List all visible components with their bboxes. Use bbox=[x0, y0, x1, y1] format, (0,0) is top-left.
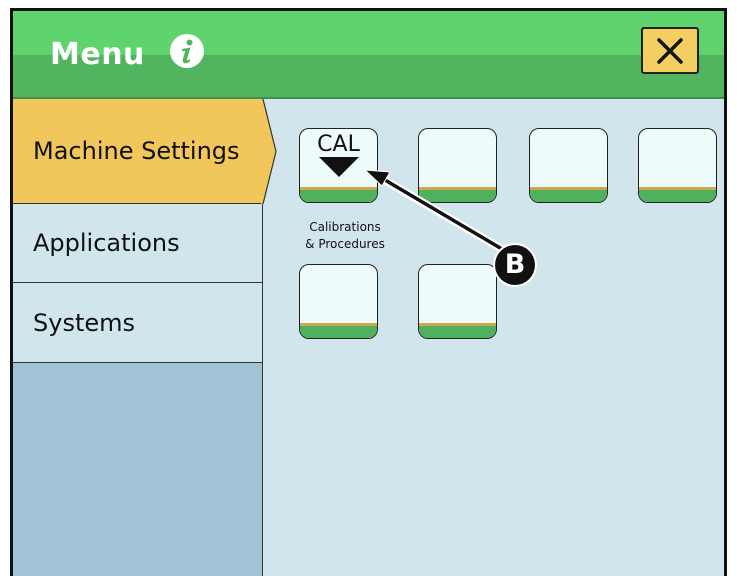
callout-badge: B bbox=[495, 245, 535, 285]
cal-label: CAL bbox=[317, 132, 360, 157]
chevron-down-icon bbox=[319, 157, 359, 177]
tile-status-bar bbox=[300, 187, 377, 202]
sidebar: Machine Settings Applications Systems bbox=[13, 99, 263, 576]
tile-status-bar bbox=[419, 323, 496, 338]
caption-line-2: & Procedures bbox=[305, 237, 385, 251]
tile-empty-3[interactable] bbox=[529, 128, 608, 203]
tile-calibrations[interactable]: CAL bbox=[299, 128, 378, 203]
caption-line-1: Calibrations bbox=[309, 220, 381, 234]
menu-header: Menu bbox=[13, 11, 724, 99]
sidebar-item-label: Applications bbox=[33, 229, 180, 257]
sidebar-item-label: Systems bbox=[33, 308, 135, 337]
tile-empty-4[interactable] bbox=[638, 128, 717, 203]
tile-empty-2[interactable] bbox=[418, 128, 497, 203]
tile-status-bar bbox=[530, 187, 607, 202]
tile-caption: Calibrations & Procedures bbox=[295, 219, 395, 253]
tile-status-bar bbox=[300, 323, 377, 338]
menu-window: Menu Machine Settings Applications Syste… bbox=[10, 8, 727, 576]
sidebar-item-machine-settings[interactable]: Machine Settings bbox=[13, 99, 263, 204]
info-icon[interactable] bbox=[169, 33, 205, 69]
sidebar-item-applications[interactable]: Applications bbox=[13, 204, 263, 283]
menu-title: Menu bbox=[50, 37, 145, 72]
sidebar-item-systems[interactable]: Systems bbox=[13, 283, 263, 363]
active-tab-pointer bbox=[261, 99, 277, 204]
close-icon bbox=[657, 37, 683, 64]
tile-status-bar bbox=[639, 187, 716, 202]
sidebar-item-label: Machine Settings bbox=[33, 137, 240, 165]
tile-empty-5[interactable] bbox=[299, 264, 378, 339]
close-button[interactable] bbox=[641, 27, 699, 74]
tile-status-bar bbox=[419, 187, 496, 202]
tile-empty-6[interactable] bbox=[418, 264, 497, 339]
sidebar-divider bbox=[262, 204, 263, 576]
